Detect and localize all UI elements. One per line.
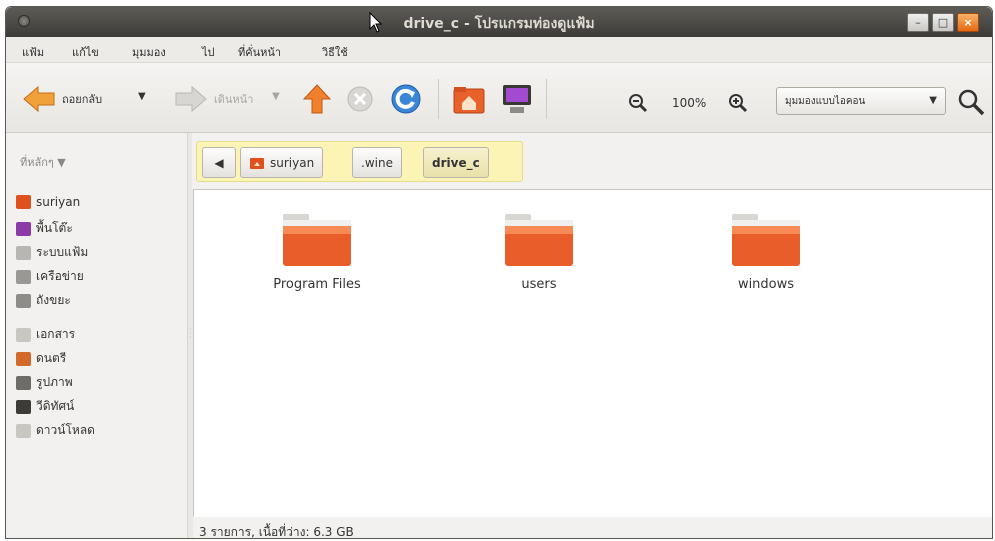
back-history-dropdown[interactable]: ▼ — [138, 91, 146, 102]
sidebar-item-pictures[interactable]: รูปภาพ — [16, 373, 73, 392]
computer-button[interactable] — [500, 83, 534, 115]
sidebar-item-label: รูปภาพ — [36, 375, 73, 389]
path-segment-label: .wine — [361, 155, 393, 170]
places-sidebar: ที่หลักๆ ▼ suriyan พื้นโต๊ะ ระบบแฟ้ม เคร… — [6, 133, 188, 538]
search-icon — [958, 89, 985, 116]
folder-icon — [505, 214, 573, 266]
folder-icon — [732, 214, 800, 266]
mouse-cursor-icon — [369, 12, 383, 33]
view-mode-select[interactable]: มุมมองแบบไอคอน ▼ — [776, 87, 946, 115]
up-arrow-icon — [302, 84, 332, 114]
path-button-suriyan[interactable]: suriyan — [240, 147, 324, 178]
close-button[interactable]: × — [957, 13, 979, 32]
stop-button[interactable] — [346, 85, 374, 113]
maximize-button[interactable]: □ — [932, 13, 954, 32]
folder-item[interactable]: users — [474, 212, 604, 292]
music-icon — [16, 351, 31, 366]
computer-icon — [503, 85, 531, 113]
sidebar-item-label: ดนตรี — [36, 351, 67, 365]
sidebar-item-label: ระบบแฟ้ม — [36, 245, 89, 259]
path-button-wine[interactable]: .wine — [352, 147, 402, 178]
splitter-grip: · · · — [189, 325, 192, 342]
sidebar-item-label: เอกสาร — [36, 327, 76, 341]
folder-item[interactable]: windows — [701, 212, 831, 292]
sidebar-item-network[interactable]: เครือข่าย — [16, 267, 84, 286]
forward-label: เดินหน้า — [214, 93, 254, 106]
menu-view[interactable]: มุมมอง — [132, 43, 166, 61]
file-manager-window: drive_c - โปรแกรมท่องดูแฟ้ม – □ × แฟ้ม แ… — [5, 6, 993, 539]
sidebar-item-videos[interactable]: วีดิทัศน์ — [16, 397, 74, 416]
reload-button[interactable] — [390, 83, 422, 115]
status-bar: 3 รายการ, เนื้อที่ว่าง: 6.3 GB — [193, 517, 992, 538]
desktop-icon — [16, 221, 31, 236]
folder-label: Program Files — [273, 277, 361, 292]
home-button[interactable] — [452, 83, 486, 115]
forward-history-dropdown[interactable]: ▼ — [272, 91, 280, 102]
view-mode-value: มุมมองแบบไอคอน — [785, 95, 866, 107]
path-segment-label: suriyan — [270, 155, 315, 170]
menu-edit[interactable]: แก้ไข — [72, 43, 99, 61]
places-header-label: ที่หลักๆ — [20, 156, 54, 169]
trash-icon — [16, 293, 31, 308]
stop-icon — [347, 86, 373, 112]
sidebar-item-trash[interactable]: ถังขยะ — [16, 291, 71, 310]
sidebar-item-downloads[interactable]: ดาวน์โหลด — [16, 421, 95, 440]
toolbar: ถอยกลับ ▼ เดินหน้า ▼ 100% มุมมองแบบไอคอน… — [6, 63, 992, 133]
menu-bar: แฟ้ม แก้ไข มุมมอง ไป ที่คั่นหน้า วิธีใช้ — [6, 37, 992, 63]
back-button[interactable]: ถอยกลับ — [22, 85, 102, 113]
network-icon — [16, 269, 31, 284]
sidebar-item-label: ถังขยะ — [36, 293, 71, 307]
drive-icon — [16, 245, 31, 260]
reload-icon — [391, 84, 421, 114]
home-folder-icon — [16, 195, 31, 209]
path-button-drive-c[interactable]: drive_c — [423, 147, 489, 178]
back-arrow-icon — [23, 85, 55, 113]
zoom-level[interactable]: 100% — [672, 96, 706, 110]
sidebar-item-label: วีดิทัศน์ — [36, 399, 75, 413]
up-button[interactable] — [302, 83, 332, 115]
folder-item[interactable]: Program Files — [252, 212, 382, 292]
file-view[interactable]: Program Files users windows — [193, 189, 992, 517]
sidebar-item-desktop[interactable]: พื้นโต๊ะ — [16, 219, 73, 238]
title-bar[interactable]: drive_c - โปรแกรมท่องดูแฟ้ม – □ × — [6, 7, 992, 37]
forward-button[interactable]: เดินหน้า — [174, 85, 253, 113]
folder-icon — [283, 214, 351, 266]
back-label: ถอยกลับ — [62, 93, 103, 106]
menu-bookmarks[interactable]: ที่คั่นหน้า — [238, 43, 281, 61]
folder-label: users — [521, 277, 557, 292]
chevron-down-icon: ▼ — [929, 95, 937, 106]
search-button[interactable] — [956, 87, 990, 117]
zoom-out-button[interactable] — [628, 93, 648, 118]
sidebar-item-label: พื้นโต๊ะ — [36, 221, 73, 235]
sidebar-item-filesystem[interactable]: ระบบแฟ้ม — [16, 243, 88, 262]
sidebar-item-label: suriyan — [36, 195, 81, 209]
downloads-icon — [16, 423, 31, 438]
sidebar-item-label: ดาวน์โหลด — [36, 423, 95, 437]
places-header[interactable]: ที่หลักๆ ▼ — [20, 153, 66, 171]
path-segment-label: drive_c — [432, 155, 480, 170]
documents-icon — [16, 327, 31, 342]
sidebar-item-label: เครือข่าย — [36, 269, 84, 283]
videos-icon — [16, 399, 31, 414]
toolbar-separator — [438, 79, 439, 119]
path-scroll-left-button[interactable]: ◀ — [202, 147, 236, 178]
sidebar-item-documents[interactable]: เอกสาร — [16, 325, 75, 344]
home-folder-icon — [453, 87, 485, 114]
zoom-in-button[interactable] — [728, 93, 748, 118]
menu-go[interactable]: ไป — [202, 43, 215, 61]
window-title: drive_c - โปรแกรมท่องดูแฟ้ม — [403, 16, 595, 32]
zoom-in-icon — [729, 94, 748, 113]
home-folder-icon — [250, 157, 264, 169]
zoom-out-icon — [629, 94, 648, 113]
sidebar-item-home[interactable]: suriyan — [16, 195, 80, 209]
menu-file[interactable]: แฟ้ม — [22, 43, 44, 61]
toolbar-separator — [546, 79, 547, 119]
minimize-button[interactable]: – — [907, 13, 929, 32]
pictures-icon — [16, 375, 31, 390]
forward-arrow-icon — [175, 85, 207, 113]
sidebar-item-music[interactable]: ดนตรี — [16, 349, 66, 368]
menu-help[interactable]: วิธีใช้ — [322, 43, 348, 61]
folder-label: windows — [737, 277, 795, 292]
